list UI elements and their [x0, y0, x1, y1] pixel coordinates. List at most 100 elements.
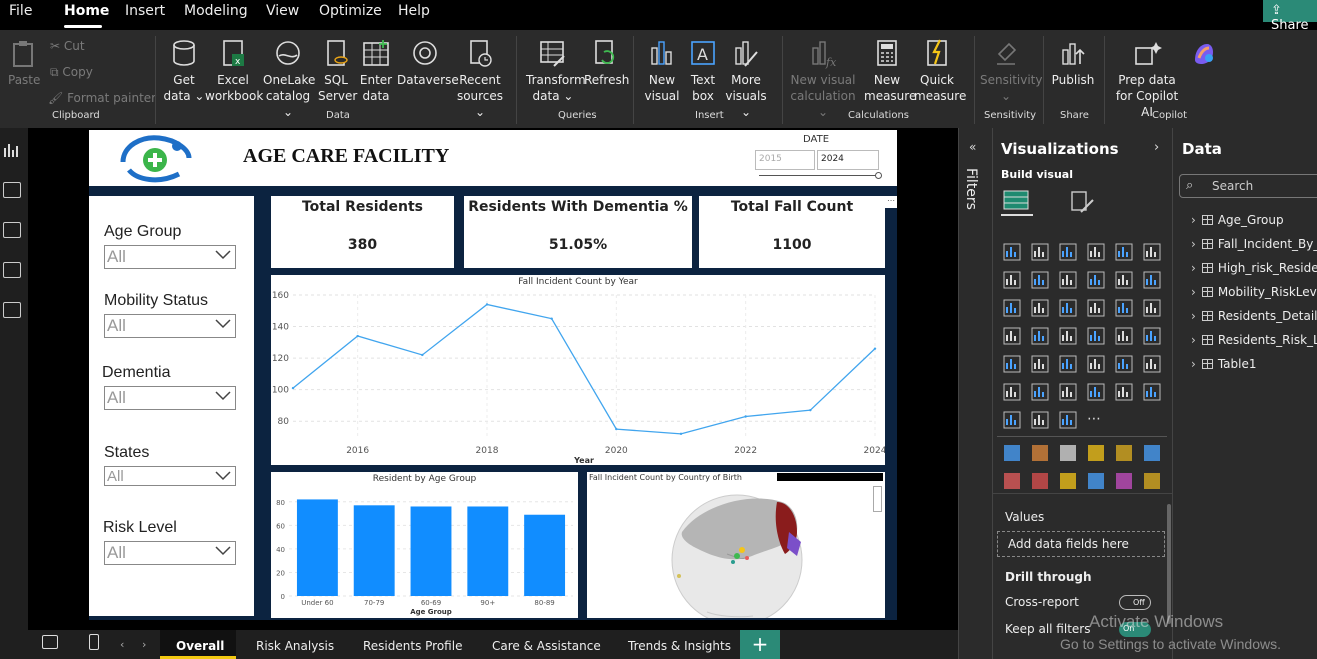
mobility-status-slicer[interactable]: All — [104, 314, 236, 338]
funnel-icon[interactable] — [1031, 299, 1049, 317]
new-measure-button[interactable]: New measure — [864, 34, 916, 104]
custom-visual-11-icon[interactable] — [1115, 472, 1133, 490]
kpi-card-dementia-percent[interactable]: Residents With Dementia % 51.05% — [464, 196, 692, 268]
multi-row-card-icon[interactable] — [1003, 355, 1021, 373]
date-to-input[interactable]: 2024 — [817, 150, 879, 170]
paginated-report-icon[interactable] — [1003, 411, 1021, 429]
dementia-slicer[interactable]: All — [104, 386, 236, 410]
line-chart-visual[interactable]: Fall Incident Count by Year 80 100 120 140 1… — [271, 275, 885, 465]
table-item[interactable]: › Residents_Details — [1191, 309, 1317, 323]
narrative-icon[interactable] — [1115, 383, 1133, 401]
age-group-slicer[interactable]: All — [104, 245, 236, 269]
menu-insert[interactable]: Insert — [125, 3, 165, 19]
model-view-icon[interactable] — [3, 222, 21, 238]
onelake-catalog-button[interactable]: OneLake catalog ⌄ — [263, 34, 315, 120]
table-visual-icon[interactable] — [1087, 355, 1105, 373]
states-slicer[interactable]: All — [104, 466, 236, 486]
visual-options-icon[interactable]: ⋯ — [885, 196, 897, 208]
format-painter-button[interactable]: 🖌 Format painter — [48, 91, 156, 105]
custom-visual-3-icon[interactable] — [1059, 444, 1077, 462]
new-visual-button[interactable]: New visual — [643, 34, 681, 104]
date-slider-handle[interactable] — [875, 172, 882, 179]
search-box[interactable]: ⌕ Search — [1179, 174, 1317, 198]
power-automate-icon[interactable] — [1059, 411, 1077, 429]
area-chart-icon[interactable] — [1031, 271, 1049, 289]
report-view-icon[interactable] — [3, 142, 21, 158]
qa-icon[interactable] — [1087, 383, 1105, 401]
table-item[interactable]: › Table1 — [1191, 357, 1256, 371]
tmdl-view-icon[interactable] — [3, 302, 21, 318]
custom-visual-8-icon[interactable] — [1031, 472, 1049, 490]
tab-care-assistance[interactable]: Care & Assistance — [492, 639, 601, 653]
filters-pane-collapsed[interactable]: « Filters — [958, 128, 992, 659]
desktop-layout-icon[interactable] — [42, 635, 58, 649]
copy-button[interactable]: ⧉ Copy — [50, 65, 93, 80]
filled-map-icon[interactable] — [1059, 327, 1077, 345]
expand-icon[interactable]: › — [1154, 140, 1159, 155]
donut-chart-icon[interactable] — [1143, 299, 1161, 317]
table-item[interactable]: ›Residents_Risk_Lev — [1191, 333, 1317, 347]
menu-home[interactable]: Home — [64, 3, 109, 19]
gauge-icon[interactable] — [1115, 327, 1133, 345]
table-item[interactable]: › Age_Group — [1191, 213, 1284, 227]
tab-risk-analysis[interactable]: Risk Analysis — [256, 639, 334, 653]
kpi-icon[interactable] — [1031, 355, 1049, 373]
table-item[interactable]: › Mobility_RiskLevel — [1191, 285, 1317, 299]
enter-data-button[interactable]: Enter data — [359, 34, 393, 104]
azure-map-icon[interactable] — [1087, 327, 1105, 345]
collapse-icon[interactable]: « — [969, 140, 976, 154]
format-visual-tab[interactable] — [1069, 190, 1095, 214]
bar-chart-visual[interactable]: Resident by Age Group 0 20 40 60 80 Under 60 7… — [271, 472, 578, 618]
table-item[interactable]: ›Fall_Incident_By_G — [1191, 237, 1317, 251]
card-icon[interactable] — [1143, 327, 1161, 345]
power-apps-icon[interactable] — [1031, 411, 1049, 429]
paste-button[interactable]: Paste — [8, 34, 40, 88]
text-box-button[interactable]: A Text box — [687, 34, 719, 104]
table-view-icon[interactable] — [3, 182, 21, 198]
share-button[interactable]: ⇪ Share — [1263, 0, 1317, 33]
recent-sources-button[interactable]: Recent sources ⌄ — [454, 34, 506, 120]
line-column-icon[interactable] — [1003, 299, 1021, 317]
r-visual-icon[interactable] — [1143, 355, 1161, 373]
pie-chart-icon[interactable] — [1115, 299, 1133, 317]
risk-level-slicer[interactable]: All — [104, 541, 236, 565]
sensitivity-button[interactable]: Sensitivity ⌄ — [980, 34, 1042, 104]
quick-measure-button[interactable]: Quick measure — [914, 34, 966, 104]
menu-optimize[interactable]: Optimize — [319, 3, 382, 19]
custom-visual-7-icon[interactable] — [1003, 472, 1021, 490]
line-chart-icon[interactable] — [1003, 271, 1021, 289]
custom-visual-4-icon[interactable] — [1087, 444, 1105, 462]
treemap-icon[interactable] — [1003, 327, 1021, 345]
cross-report-toggle[interactable]: Off — [1119, 595, 1151, 610]
tab-residents-profile[interactable]: Residents Profile — [363, 639, 462, 653]
waterfall-icon[interactable] — [1143, 271, 1161, 289]
slicer-icon[interactable] — [1059, 355, 1077, 373]
line-area-icon[interactable] — [1087, 271, 1105, 289]
stacked-area-icon[interactable] — [1059, 271, 1077, 289]
copilot-button[interactable] — [1186, 34, 1222, 72]
kpi-card-total-fall-count[interactable]: Total Fall Count 1100 — [699, 196, 885, 268]
cut-button[interactable]: ✂ Cut — [50, 39, 85, 53]
menu-modeling[interactable]: Modeling — [184, 3, 248, 19]
100-column-icon[interactable] — [1143, 243, 1161, 261]
scatter-icon[interactable] — [1087, 299, 1105, 317]
clustered-column-icon[interactable] — [1087, 243, 1105, 261]
refresh-button[interactable]: Refresh — [584, 34, 629, 88]
funnel-chart-icon[interactable] — [1059, 299, 1077, 317]
map-icon[interactable] — [1031, 327, 1049, 345]
menu-help[interactable]: Help — [398, 3, 430, 19]
chevron-right-icon[interactable]: › — [142, 638, 146, 651]
python-visual-icon[interactable] — [1003, 383, 1021, 401]
prep-data-copilot-button[interactable]: Prep data for Copilot AI — [1110, 34, 1184, 120]
custom-visual-9-icon[interactable] — [1059, 472, 1077, 490]
scrollbar[interactable] — [1167, 504, 1171, 624]
map-visual[interactable]: Fall Incident Count by Country of Birth — [587, 472, 885, 618]
custom-visual-2-icon[interactable] — [1031, 444, 1049, 462]
search-input[interactable]: Search — [1212, 179, 1253, 193]
matrix-icon[interactable] — [1115, 355, 1133, 373]
custom-visual-12-icon[interactable] — [1143, 472, 1161, 490]
menu-view[interactable]: View — [266, 3, 299, 19]
100-bar-icon[interactable] — [1115, 243, 1133, 261]
custom-visual-5-icon[interactable] — [1115, 444, 1133, 462]
publish-button[interactable]: Publish — [1050, 34, 1096, 88]
